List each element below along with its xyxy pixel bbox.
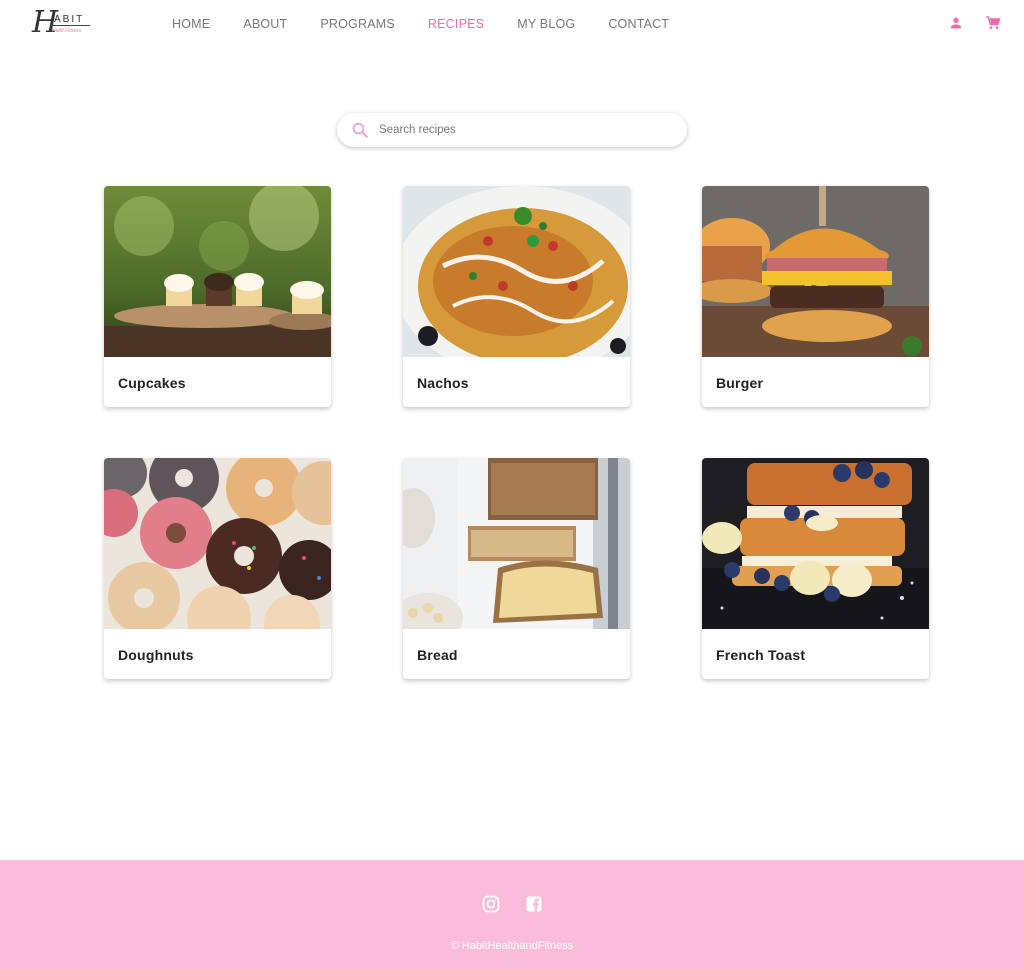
recipe-card-burger[interactable]: Burger <box>702 186 929 407</box>
recipe-card-doughnuts[interactable]: Doughnuts <box>104 458 331 679</box>
cart-icon[interactable] <box>985 15 1001 31</box>
nav-contact[interactable]: CONTACT <box>608 17 669 31</box>
recipe-card-french-toast[interactable]: French Toast <box>702 458 929 679</box>
user-icon[interactable] <box>948 15 964 31</box>
recipe-title: Burger <box>716 375 764 391</box>
recipe-image-burger <box>702 186 929 357</box>
recipe-image-nachos <box>403 186 630 357</box>
recipe-title: Bread <box>417 647 458 663</box>
nav-my-blog[interactable]: MY BLOG <box>517 17 575 31</box>
nav-home[interactable]: HOME <box>172 17 210 31</box>
recipe-card-cupcakes[interactable]: Cupcakes <box>104 186 331 407</box>
main-nav: HOME ABOUT PROGRAMS RECIPES MY BLOG CONT… <box>172 17 702 31</box>
recipe-title: Nachos <box>417 375 469 391</box>
logo-letters: ABIT <box>54 14 85 25</box>
recipe-title: Cupcakes <box>118 375 186 391</box>
nav-programs[interactable]: PROGRAMS <box>320 17 395 31</box>
copyright-text: © HabitHealthandFitness <box>450 940 574 952</box>
recipe-title: Doughnuts <box>118 647 194 663</box>
brand-logo[interactable]: H ABIT Habit Fitness <box>32 8 92 46</box>
instagram-icon[interactable] <box>481 894 501 914</box>
nav-recipes[interactable]: RECIPES <box>428 17 484 31</box>
recipe-image-french-toast <box>702 458 929 629</box>
site-header: H ABIT Habit Fitness HOME ABOUT PROGRAMS… <box>0 0 1024 48</box>
recipe-card-bread[interactable]: Bread <box>403 458 630 679</box>
recipe-image-bread <box>403 458 630 629</box>
search-bar <box>337 113 687 147</box>
recipe-image-cupcakes <box>104 186 331 357</box>
search-icon <box>351 121 369 139</box>
site-footer: © HabitHealthandFitness <box>0 860 1024 969</box>
facebook-icon[interactable] <box>524 894 544 914</box>
recipe-image-doughnuts <box>104 458 331 629</box>
nav-about[interactable]: ABOUT <box>243 17 287 31</box>
recipe-card-nachos[interactable]: Nachos <box>403 186 630 407</box>
search-input[interactable] <box>379 119 669 141</box>
logo-divider <box>50 25 90 26</box>
recipe-title: French Toast <box>716 647 806 663</box>
logo-tagline: Habit Fitness <box>52 28 82 34</box>
